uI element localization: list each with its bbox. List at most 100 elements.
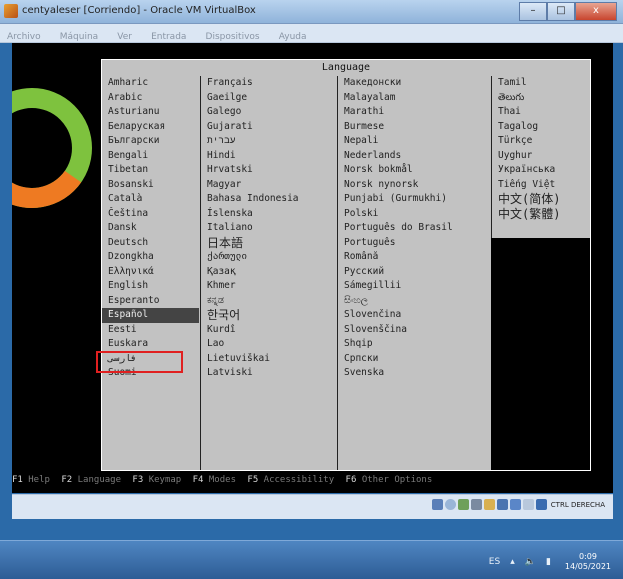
language-option[interactable]: Bahasa Indonesia <box>201 192 337 207</box>
language-option[interactable]: Ελληνικά <box>102 265 199 280</box>
language-option[interactable]: Amharic <box>102 76 199 91</box>
language-option[interactable]: Magyar <box>201 178 337 193</box>
keyboard-icon[interactable] <box>535 499 547 510</box>
language-option[interactable]: Thai <box>492 105 591 120</box>
language-option[interactable]: Eesti <box>102 323 199 338</box>
language-option[interactable]: Burmese <box>338 120 491 135</box>
cd-icon[interactable] <box>444 499 456 510</box>
language-option[interactable]: Norsk nynorsk <box>338 178 491 193</box>
language-option[interactable]: ಕನ್ನಡ <box>201 294 337 309</box>
usb-icon[interactable] <box>470 499 482 510</box>
fkey-3[interactable]: F3 <box>132 475 143 485</box>
language-option[interactable]: Marathi <box>338 105 491 120</box>
clock[interactable]: 0:09 14/05/2021 <box>565 552 611 572</box>
close-button[interactable]: x <box>575 2 617 21</box>
language-option[interactable]: Lao <box>201 337 337 352</box>
language-option[interactable]: Gaeilge <box>201 91 337 106</box>
language-option[interactable]: Slovenčina <box>338 308 491 323</box>
language-option[interactable]: తెలుగు <box>492 91 591 106</box>
language-option[interactable]: Svenska <box>338 366 491 381</box>
hdd-icon[interactable] <box>431 499 443 510</box>
menu-maquina[interactable]: Máquina <box>53 29 105 42</box>
menu-archivo[interactable]: Archivo <box>0 29 48 42</box>
language-indicator[interactable]: ES <box>489 557 500 567</box>
language-option[interactable]: Uyghur <box>492 149 591 164</box>
fkey-5[interactable]: F5 <box>247 475 258 485</box>
tray-arrow-icon[interactable]: ▴ <box>510 557 515 567</box>
language-option[interactable]: Nepali <box>338 134 491 149</box>
language-option[interactable]: Lietuviškai <box>201 352 337 367</box>
network-icon[interactable] <box>457 499 469 510</box>
fkey-1[interactable]: F1 <box>12 475 23 485</box>
language-option[interactable]: Български <box>102 134 199 149</box>
menu-entrada[interactable]: Entrada <box>144 29 193 42</box>
language-option[interactable]: Čeština <box>102 207 199 222</box>
language-option[interactable]: Dansk <box>102 221 199 236</box>
language-option[interactable]: Polski <box>338 207 491 222</box>
volume-icon[interactable]: 🔈 <box>525 557 536 567</box>
language-option[interactable]: Íslenska <box>201 207 337 222</box>
language-option[interactable]: Қазақ <box>201 265 337 280</box>
language-option[interactable]: 한국어 <box>201 308 337 323</box>
fkey-2[interactable]: F2 <box>61 475 72 485</box>
language-option[interactable]: 中文(简体) <box>492 192 591 207</box>
maximize-button[interactable]: □ <box>547 2 575 21</box>
fkey-4[interactable]: F4 <box>193 475 204 485</box>
language-option[interactable]: Português do Brasil <box>338 221 491 236</box>
language-option[interactable]: Latviski <box>201 366 337 381</box>
language-option[interactable]: Gujarati <box>201 120 337 135</box>
language-option[interactable]: Nederlands <box>338 149 491 164</box>
language-option[interactable]: Punjabi (Gurmukhi) <box>338 192 491 207</box>
language-option[interactable]: 中文(繁體) <box>492 207 591 222</box>
fkey-6[interactable]: F6 <box>346 475 357 485</box>
language-option[interactable]: Asturianu <box>102 105 199 120</box>
menu-ayuda[interactable]: Ayuda <box>272 29 314 42</box>
language-option[interactable]: Arabic <box>102 91 199 106</box>
language-option[interactable]: Slovenščina <box>338 323 491 338</box>
minimize-button[interactable]: – <box>519 2 547 21</box>
network-tray-icon[interactable]: ▮ <box>546 557 551 567</box>
language-option[interactable]: ქართული <box>201 250 337 265</box>
language-option[interactable]: Македонски <box>338 76 491 91</box>
language-option[interactable]: Bosanski <box>102 178 199 193</box>
language-option[interactable]: English <box>102 279 199 294</box>
language-option[interactable]: Tagalog <box>492 120 591 135</box>
language-option[interactable]: Tamil <box>492 76 591 91</box>
language-option[interactable]: Kurdî <box>201 323 337 338</box>
language-option[interactable]: 日本語 <box>201 236 337 251</box>
language-option[interactable]: Euskara <box>102 337 199 352</box>
language-option[interactable]: Sámegillii <box>338 279 491 294</box>
vm-screen[interactable]: Language Amharic Arabic Asturianu Беларуска… <box>12 43 613 493</box>
language-option[interactable]: Hindi <box>201 149 337 164</box>
language-option[interactable]: Bengali <box>102 149 199 164</box>
language-option[interactable]: Hrvatski <box>201 163 337 178</box>
mouse-icon[interactable] <box>522 499 534 510</box>
language-option[interactable]: Norsk bokmål <box>338 163 491 178</box>
language-option[interactable]: සිංහල <box>338 294 491 309</box>
language-option[interactable]: Galego <box>201 105 337 120</box>
menu-dispositivos[interactable]: Dispositivos <box>199 29 267 42</box>
language-option[interactable]: Tibetan <box>102 163 199 178</box>
language-option[interactable]: Tiếng Việt <box>492 178 591 193</box>
language-option[interactable]: Esperanto <box>102 294 199 309</box>
shared-folder-icon[interactable] <box>483 499 495 510</box>
language-option[interactable]: Dzongkha <box>102 250 199 265</box>
language-option[interactable]: Deutsch <box>102 236 199 251</box>
language-option[interactable]: Українська <box>492 163 591 178</box>
language-option[interactable]: Français <box>201 76 337 91</box>
language-option[interactable]: Català <box>102 192 199 207</box>
language-option[interactable]: Русский <box>338 265 491 280</box>
menu-ver[interactable]: Ver <box>110 29 139 42</box>
language-option[interactable]: Српски <box>338 352 491 367</box>
language-option[interactable]: עברית <box>201 134 337 149</box>
language-option[interactable]: Italiano <box>201 221 337 236</box>
language-option[interactable]: Türkçe <box>492 134 591 149</box>
language-option[interactable]: Română <box>338 250 491 265</box>
language-option[interactable]: Shqip <box>338 337 491 352</box>
language-option[interactable]: Беларуская <box>102 120 199 135</box>
record-icon[interactable] <box>509 499 521 510</box>
display-icon[interactable] <box>496 499 508 510</box>
language-option[interactable]: Português <box>338 236 491 251</box>
language-option[interactable]: Khmer <box>201 279 337 294</box>
language-option[interactable]: Español <box>102 308 199 323</box>
